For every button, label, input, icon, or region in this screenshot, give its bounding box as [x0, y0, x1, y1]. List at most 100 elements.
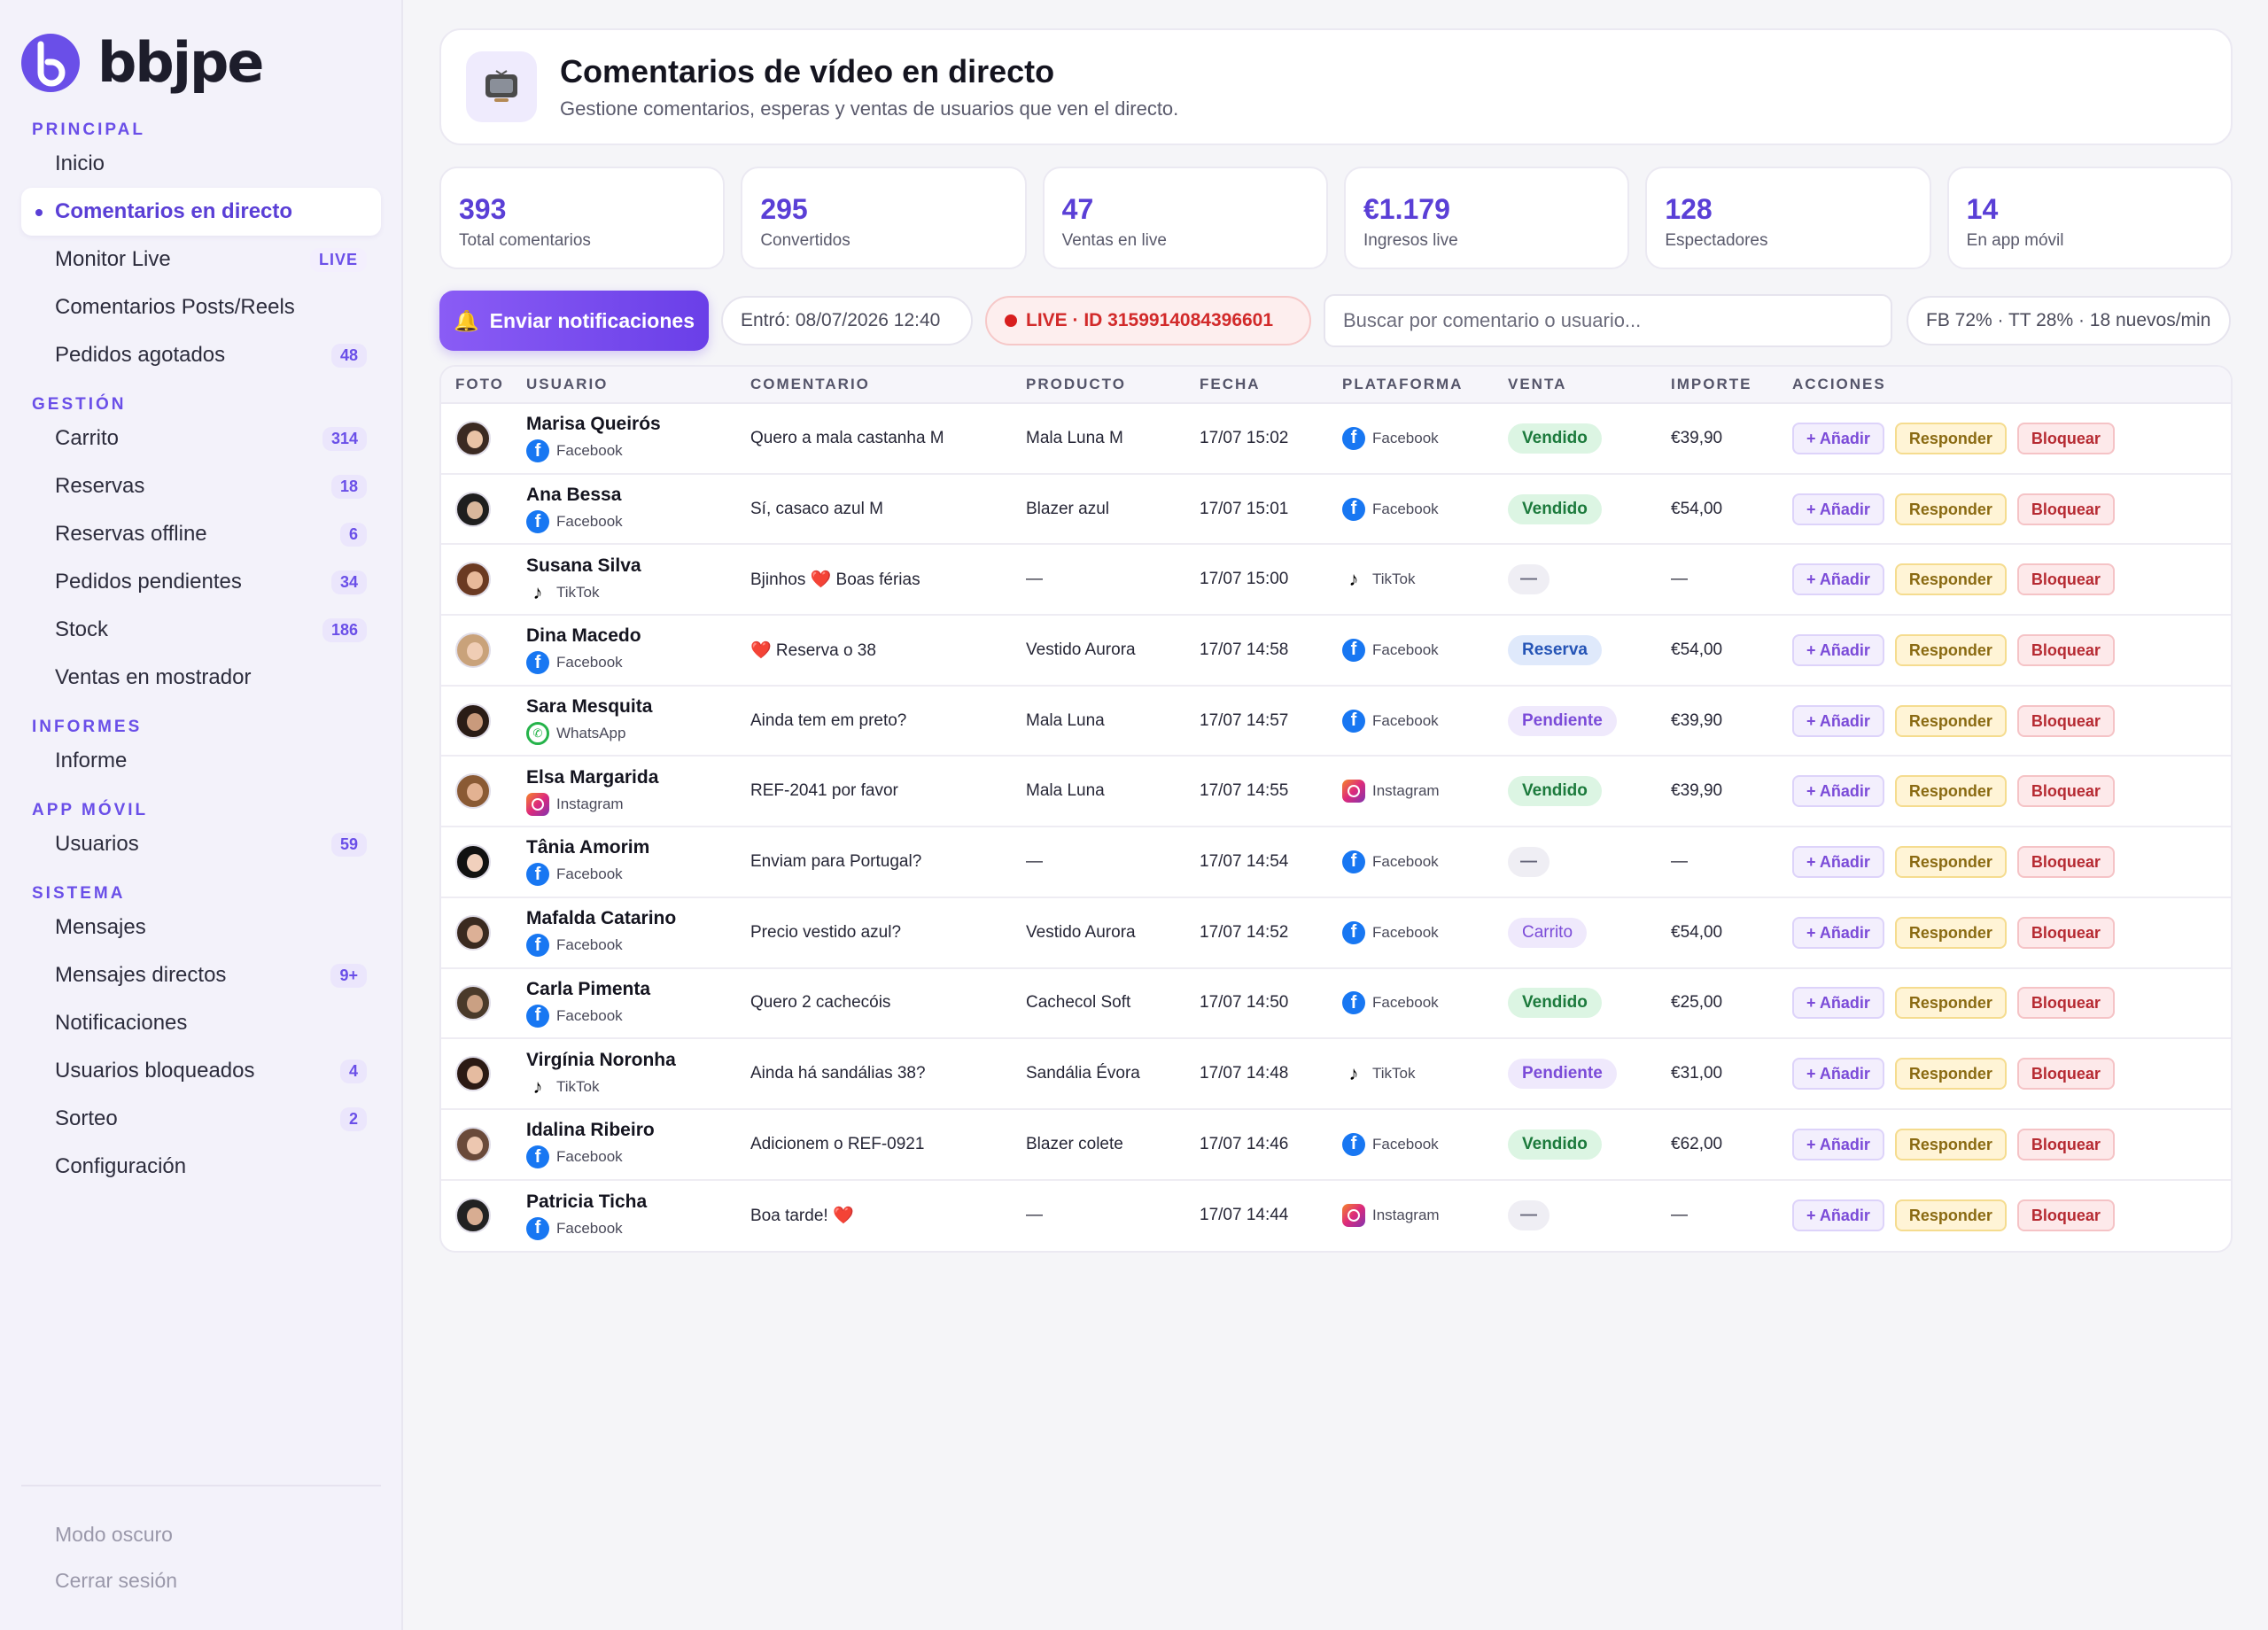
table-row[interactable]: Virgínia Noronha ♪ TikTok Ainda há sandália… [441, 1039, 2231, 1110]
avatar[interactable] [455, 491, 491, 527]
add-button[interactable]: + Añadir [1792, 704, 1884, 737]
add-button[interactable]: + Añadir [1792, 1058, 1884, 1091]
table-row[interactable]: Sara Mesquita ✆ WhatsApp Ainda tem em preto… [441, 687, 2231, 757]
sidebar-item-comentarios-en-directo[interactable]: Comentarios en directo [21, 188, 381, 236]
table-row[interactable]: Marisa Queirós f Facebook Quero a mala cast… [441, 404, 2231, 475]
col-importe[interactable]: IMPORTE [1671, 376, 1792, 393]
reply-button[interactable]: Responder [1894, 1199, 2007, 1232]
table-row[interactable]: Mafalda Catarino f Facebook Precio vestido … [441, 898, 2231, 969]
sidebar-item-comentarios-posts-reels[interactable]: Comentarios Posts/Reels [21, 283, 381, 331]
add-button[interactable]: + Añadir [1792, 1128, 1884, 1160]
sidebar-item-reservas-offline[interactable]: Reservas offline 6 [21, 510, 381, 558]
user-name[interactable]: Susana Silva [526, 555, 750, 577]
block-button[interactable]: Bloquear [2016, 916, 2115, 949]
avatar[interactable] [455, 1198, 491, 1234]
add-button[interactable]: + Añadir [1792, 422, 1884, 454]
brand-logo[interactable]: bbjpe [21, 30, 264, 95]
table-row[interactable]: Ana Bessa f Facebook Sí, casaco azul M Blaze… [441, 475, 2231, 546]
sidebar-item-mensajes[interactable]: Mensajes [21, 904, 381, 951]
reply-button[interactable]: Responder [1894, 422, 2007, 454]
user-name[interactable]: Elsa Margarida [526, 767, 750, 788]
add-button[interactable]: + Añadir [1792, 845, 1884, 878]
user-name[interactable]: Dina Macedo [526, 625, 750, 647]
reply-button[interactable]: Responder [1894, 633, 2007, 666]
sidebar-item-carrito[interactable]: Carrito 314 [21, 415, 381, 462]
block-button[interactable]: Bloquear [2016, 493, 2115, 525]
send-notifications-button[interactable]: 🔔 Enviar notificaciones [439, 291, 709, 351]
user-name[interactable]: Idalina Ribeiro [526, 1120, 750, 1141]
sidebar-item-sorteo[interactable]: Sorteo 2 [21, 1095, 381, 1143]
reply-button[interactable]: Responder [1894, 987, 2007, 1020]
reply-button[interactable]: Responder [1894, 916, 2007, 949]
add-button[interactable]: + Añadir [1792, 1199, 1884, 1232]
table-row[interactable]: Dina Macedo f Facebook ❤️ Reserva o 38 Vesti… [441, 616, 2231, 687]
block-button[interactable]: Bloquear [2016, 633, 2115, 666]
sidebar-item-configuracion[interactable]: Configuración [21, 1143, 381, 1191]
avatar[interactable] [455, 420, 491, 456]
block-button[interactable]: Bloquear [2016, 704, 2115, 737]
add-button[interactable]: + Añadir [1792, 987, 1884, 1020]
add-button[interactable]: + Añadir [1792, 916, 1884, 949]
logout-button[interactable]: Cerrar sesión [55, 1557, 177, 1603]
reply-button[interactable]: Responder [1894, 563, 2007, 596]
block-button[interactable]: Bloquear [2016, 1199, 2115, 1232]
sidebar-item-mensajes-directos[interactable]: Mensajes directos 9+ [21, 951, 381, 999]
avatar[interactable] [455, 985, 491, 1021]
reply-button[interactable]: Responder [1894, 845, 2007, 878]
table-row[interactable]: Elsa Margarida Instagram REF-2041 por favo… [441, 757, 2231, 828]
sidebar-item-monitor-live[interactable]: Monitor Live LIVE [21, 236, 381, 283]
sidebar-item-inicio[interactable]: Inicio [21, 140, 381, 188]
block-button[interactable]: Bloquear [2016, 775, 2115, 808]
table-row[interactable]: Tânia Amorim f Facebook Enviam para Portuga… [441, 827, 2231, 898]
reply-button[interactable]: Responder [1894, 775, 2007, 808]
sidebar-item-usuarios[interactable]: Usuarios 59 [21, 820, 381, 868]
block-button[interactable]: Bloquear [2016, 563, 2115, 596]
avatar[interactable] [455, 773, 491, 810]
sidebar-item-stock[interactable]: Stock 186 [21, 606, 381, 654]
sidebar-item-pedidos-pendientes[interactable]: Pedidos pendientes 34 [21, 558, 381, 606]
reply-button[interactable]: Responder [1894, 704, 2007, 737]
sidebar-item-reservas[interactable]: Reservas 18 [21, 462, 381, 510]
col-plataforma[interactable]: PLATAFORMA [1342, 376, 1508, 393]
avatar[interactable] [455, 562, 491, 598]
sidebar-item-ventas-en-mostrador[interactable]: Ventas en mostrador [21, 654, 381, 702]
add-button[interactable]: + Añadir [1792, 775, 1884, 808]
table-row[interactable]: Susana Silva ♪ TikTok Bjinhos ❤️ Boas féria… [441, 545, 2231, 617]
table-row[interactable]: Idalina Ribeiro f Facebook Adicionem o REF-… [441, 1110, 2231, 1181]
add-button[interactable]: + Añadir [1792, 563, 1884, 596]
avatar[interactable] [455, 914, 491, 951]
avatar[interactable] [455, 632, 491, 668]
avatar[interactable] [455, 843, 491, 880]
user-name[interactable]: Sara Mesquita [526, 696, 750, 718]
avatar[interactable] [455, 1056, 491, 1092]
col-comentario[interactable]: COMENTARIO [750, 376, 1026, 393]
reply-button[interactable]: Responder [1894, 1128, 2007, 1160]
user-name[interactable]: Carla Pimenta [526, 979, 750, 1000]
table-row[interactable]: Carla Pimenta f Facebook Quero 2 cachecóis C… [441, 969, 2231, 1040]
dark-mode-toggle[interactable]: Modo oscuro [55, 1511, 177, 1557]
user-name[interactable]: Marisa Queirós [526, 414, 750, 435]
block-button[interactable]: Bloquear [2016, 422, 2115, 454]
user-name[interactable]: Tânia Amorim [526, 837, 750, 858]
user-name[interactable]: Patricia Ticha [526, 1191, 750, 1213]
reply-button[interactable]: Responder [1894, 1058, 2007, 1091]
col-venta[interactable]: VENTA [1508, 376, 1671, 393]
search-input[interactable] [1324, 294, 1892, 347]
avatar[interactable] [455, 1126, 491, 1162]
col-fecha[interactable]: FECHA [1200, 376, 1342, 393]
reply-button[interactable]: Responder [1894, 493, 2007, 525]
add-button[interactable]: + Añadir [1792, 493, 1884, 525]
add-button[interactable]: + Añadir [1792, 633, 1884, 666]
col-producto[interactable]: PRODUCTO [1026, 376, 1200, 393]
sidebar-item-notificaciones[interactable]: Notificaciones [21, 999, 381, 1047]
block-button[interactable]: Bloquear [2016, 1128, 2115, 1160]
block-button[interactable]: Bloquear [2016, 845, 2115, 878]
sidebar-item-informe[interactable]: Informe [21, 737, 381, 785]
user-name[interactable]: Virgínia Noronha [526, 1050, 750, 1071]
sidebar-item-usuarios-bloqueados[interactable]: Usuarios bloqueados 4 [21, 1047, 381, 1095]
user-name[interactable]: Ana Bessa [526, 485, 750, 506]
avatar[interactable] [455, 702, 491, 739]
col-usuario[interactable]: USUARIO [526, 376, 750, 393]
block-button[interactable]: Bloquear [2016, 1058, 2115, 1091]
sidebar-item-pedidos-agotados[interactable]: Pedidos agotados 48 [21, 331, 381, 379]
